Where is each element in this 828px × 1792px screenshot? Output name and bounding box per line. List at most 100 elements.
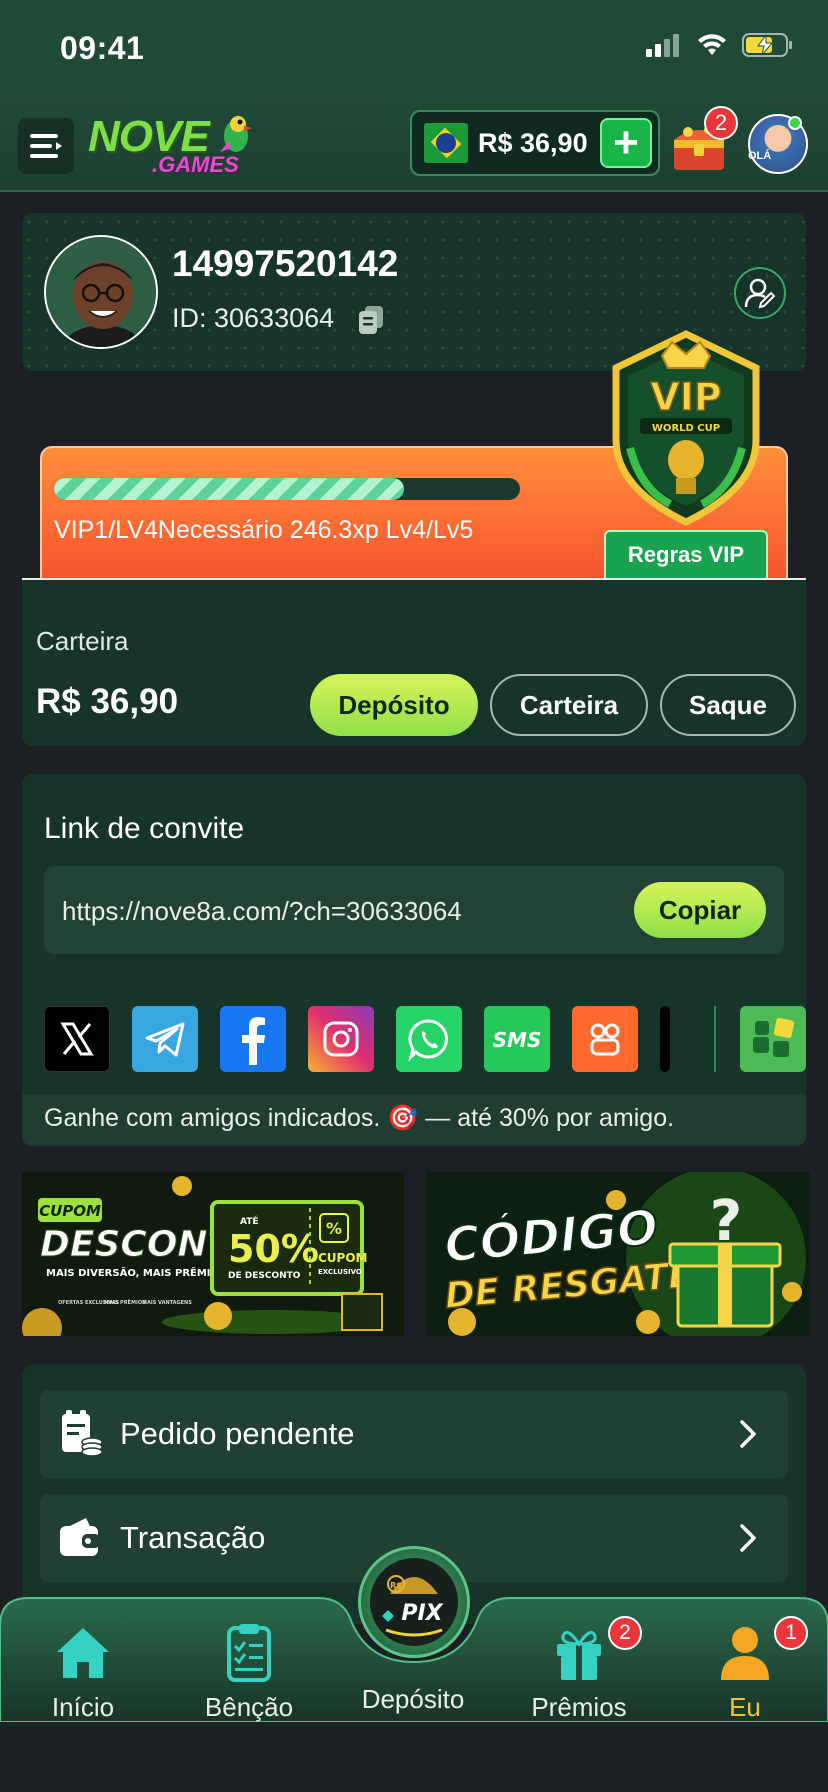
home-icon	[57, 1628, 109, 1678]
x-icon	[60, 1022, 94, 1056]
hamburger-menu-icon	[30, 134, 62, 158]
online-status-dot	[788, 116, 802, 130]
invite-title: Link de convite	[44, 812, 245, 845]
nav-tab-blessing[interactable]: Bênção	[174, 1622, 324, 1722]
vip-badge-title: VIP	[650, 375, 721, 419]
copy-link-button[interactable]: Copiar	[634, 882, 766, 938]
vip-progress-bar	[54, 478, 520, 500]
banner-feature-3: MAIS VANTAGENS	[142, 1300, 192, 1306]
invite-link-field: https://nove8a.com/?ch=30633064 Copiar	[44, 866, 784, 954]
banner-coupon-subtitle: EXCLUSIVO	[318, 1268, 362, 1276]
nav-tab-prizes[interactable]: Prêmios 2	[504, 1616, 654, 1722]
telegram-icon	[145, 1022, 185, 1057]
share-facebook-button[interactable]	[220, 1006, 286, 1072]
apps-grid-icon	[753, 1017, 795, 1057]
profile-avatar[interactable]	[44, 235, 158, 349]
redeem-code-banner[interactable]: CÓDIGO DE RESGATE ?	[426, 1172, 810, 1336]
invite-footer-text: Ganhe com amigos indicados. 🎯 — até 30% …	[44, 1104, 675, 1132]
banner-coupon-tag: CUPOM	[39, 1202, 101, 1220]
nav-label: Bênção	[204, 1692, 294, 1722]
discount-banner-art: CUPOM DESCONTO MAIS DIVERSÃO, MAIS PRÊMI…	[22, 1172, 404, 1336]
share-divider	[714, 1006, 716, 1072]
battery-charging-icon	[742, 33, 792, 57]
banner-coupon-title: CUPOM	[318, 1251, 368, 1265]
me-notification-badge: 1	[774, 1616, 808, 1650]
copy-id-icon[interactable]	[358, 305, 384, 335]
gift-icon	[557, 1630, 601, 1680]
profile-id: ID: 30633064	[172, 303, 335, 333]
facebook-icon	[242, 1017, 265, 1065]
brazil-flag-icon	[424, 123, 468, 163]
share-whatsapp-button[interactable]	[396, 1006, 462, 1072]
invite-url[interactable]: https://nove8a.com/?ch=30633064	[62, 896, 462, 927]
pending-order-icon	[62, 1410, 103, 1457]
menu-item-label: Pedido pendente	[120, 1416, 355, 1451]
banner-discount-subtitle: MAIS DIVERSÃO, MAIS PRÊMIOS!	[46, 1266, 231, 1279]
pix-label: PIX	[401, 1601, 443, 1626]
chest-notification-badge: 2	[704, 106, 738, 140]
home-indicator-area	[0, 1722, 828, 1792]
parrot-mascot-icon	[220, 116, 252, 152]
pix-logo-icon: R$ PIX	[370, 1558, 458, 1646]
share-more-partial-button[interactable]	[660, 1006, 670, 1072]
withdraw-button[interactable]: Saque	[660, 674, 796, 736]
banner-feature-2: MAIS PRÊMIOS	[104, 1298, 146, 1306]
menu-button[interactable]	[18, 118, 74, 174]
banner-percent-prefix: ATÉ	[240, 1215, 259, 1227]
vip-rules-button[interactable]: Regras VIP	[604, 530, 768, 578]
wallet-amount: R$ 36,90	[36, 682, 179, 721]
banner-redeem-symbol: ?	[710, 1189, 742, 1254]
share-icons-row: SMS	[44, 1006, 806, 1074]
add-funds-button[interactable]: +	[600, 118, 652, 168]
status-time: 09:41	[60, 30, 145, 66]
wallet-label: Carteira	[36, 626, 129, 656]
chevron-right-icon	[740, 1420, 756, 1448]
share-instagram-button[interactable]	[308, 1006, 374, 1072]
user-profile-icon	[721, 1627, 769, 1680]
header-balance[interactable]: R$ 36,90 +	[410, 110, 660, 176]
header-balance-amount: R$ 36,90	[478, 127, 588, 158]
menu-item-pending-orders[interactable]: Pedido pendente	[40, 1390, 788, 1478]
avatar-face-icon	[46, 237, 156, 347]
nav-tab-me[interactable]: Eu 1	[670, 1616, 820, 1722]
status-bar: 09:41	[0, 0, 828, 100]
wallet-card: Carteira R$ 36,90 Depósito Carteira Saqu…	[22, 578, 806, 746]
pix-currency-text: R$	[390, 1581, 402, 1590]
wallet-transaction-icon	[60, 1518, 100, 1556]
share-telegram-button[interactable]	[132, 1006, 198, 1072]
app-header: NOVE .GAMES R$ 36,90 + 2 OLÁ	[0, 100, 828, 192]
menu-item-label: Transação	[120, 1520, 266, 1555]
discount-coupon-banner[interactable]: CUPOM DESCONTO MAIS DIVERSÃO, MAIS PRÊMI…	[22, 1172, 404, 1336]
nav-tab-home[interactable]: Início	[8, 1622, 158, 1722]
status-icons	[646, 32, 794, 58]
nav-label: Prêmios	[531, 1692, 627, 1722]
signal-icon	[646, 34, 679, 57]
vip-progress-fill	[54, 478, 404, 500]
avatar-greeting: OLÁ	[748, 150, 772, 162]
vip-world-cup-badge-icon: VIP WORLD CUP	[612, 330, 760, 526]
nav-label: Depósito	[361, 1684, 465, 1714]
checklist-icon	[227, 1624, 271, 1682]
svg-text:SMS: SMS	[493, 1028, 542, 1052]
vip-badge-subtitle: WORLD CUP	[652, 423, 720, 434]
profile-username: 14997520142	[172, 243, 399, 284]
redeem-banner-art: CÓDIGO DE RESGATE ?	[426, 1172, 810, 1336]
wallet-button[interactable]: Carteira	[490, 674, 648, 736]
app-logo[interactable]: NOVE .GAMES	[86, 112, 266, 182]
wifi-icon	[698, 34, 726, 55]
nav-label: Início	[51, 1692, 115, 1722]
share-kwai-button[interactable]	[572, 1006, 638, 1072]
banner-percent: 50%	[228, 1227, 319, 1271]
pix-deposit-button[interactable]: R$ PIX	[358, 1546, 470, 1658]
deposit-button[interactable]: Depósito	[310, 674, 478, 736]
edit-profile-button[interactable]	[734, 267, 786, 319]
share-sms-button[interactable]: SMS	[484, 1006, 550, 1072]
whatsapp-icon	[408, 1019, 448, 1061]
instagram-icon	[323, 1021, 359, 1057]
banner-coupon-symbol: %	[326, 1219, 342, 1238]
vip-progress-text: VIP1/LV4Necessário 246.3xp Lv4/Lv5	[54, 516, 474, 544]
kwai-icon	[590, 1023, 620, 1056]
nav-label: Eu	[729, 1692, 761, 1722]
share-more-apps-button[interactable]	[740, 1006, 806, 1072]
share-x-button[interactable]	[44, 1006, 110, 1072]
